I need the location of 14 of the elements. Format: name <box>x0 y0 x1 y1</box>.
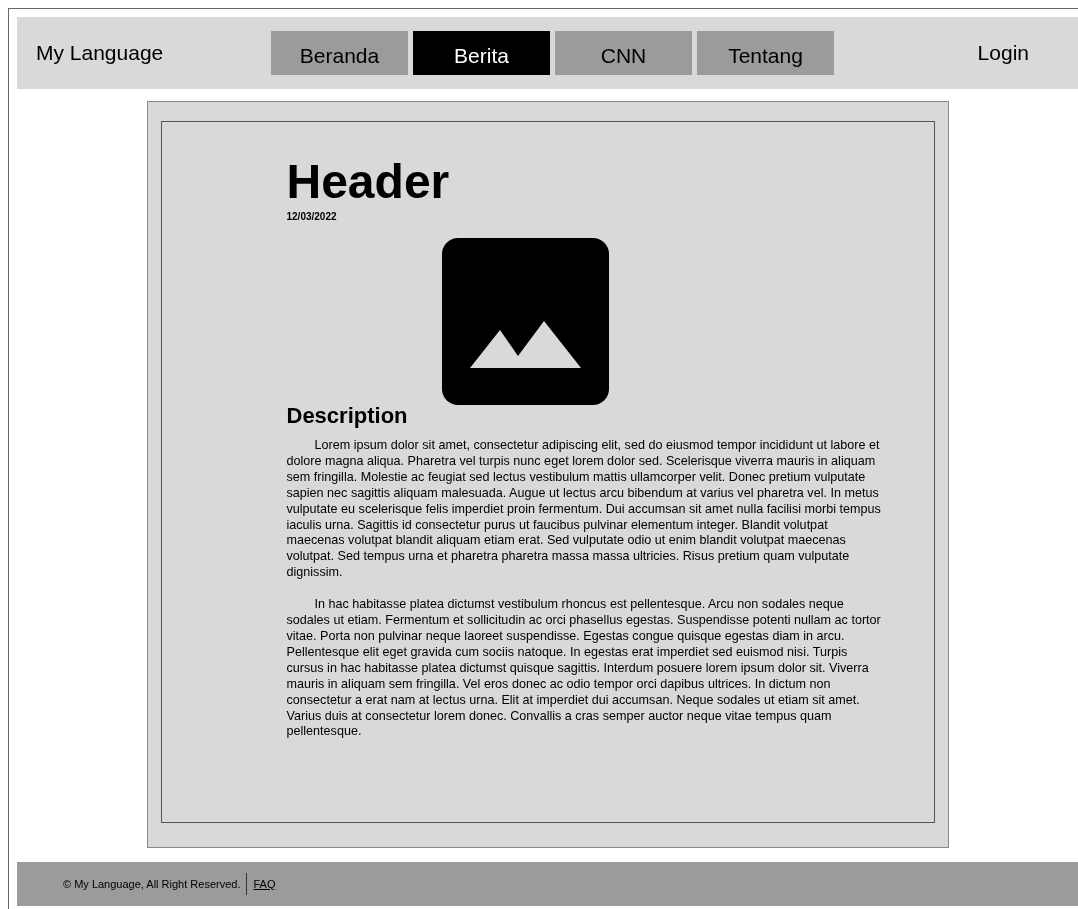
nav-tab[interactable]: CNN <box>555 31 692 75</box>
faq-link[interactable]: FAQ <box>253 875 276 893</box>
login-link[interactable]: Login <box>977 37 1029 69</box>
article-date: 12/03/2022 <box>286 210 338 224</box>
nav-tab[interactable]: Berita <box>413 31 550 75</box>
body-paragraph: In hac habitasse platea dictumst vestibulum rhoncus est pellentesque. Arcu non sodales neque sodales ut etiam. Fermentum et sollicitudin ac orci phasellus egestas. Suspendisse potenti nullam ac tortor vitae. Porta non pulvinar neque laoreet suspendisse. Egestas congue quisque egestas diam in arcu. Pellentesque elit eget gravida cum sociis natoque. In egestas erat imperdiet sed euismod nisi. Turpis cursus in hac habitasse platea dictumst quisque sagittis. Interdum posuere lorem ipsum dolor sit. Viverra mauris in aliquam sem fringilla. Vel eros donec ac odio tempor orci dapibus ultrices. In dictum non consectetur a erat nam at lectus urna. Elit at imperdiet dui accumsan. Neque sodales ut etiam sit amet. Varius duis at consectetur lorem donec. Convallis a cras semper auctor neque vitae tempus quam pellentesque. <box>286 597 882 741</box>
section-heading: Description <box>286 402 409 430</box>
body-paragraph: Lorem ipsum dolor sit amet, consectetur adipiscing elit, sed do eiusmod tempor incididunt ut labore et dolore magna aliqua. Pharetra vel turpis nunc eget lorem dolor sed. Scelerisque viverra mauris in aliquam sem fringilla. Molestie ac feugiat sed lectus vestibulum mattis ullamcorper velit. Donec pretium vulputate sapien nec sagittis aliquam malesuada. Augue ut lectus arcu bibendum at varius vel pharetra vel. In metus vulputate eu scelerisque felis imperdiet proin fermentum. Dui accumsan sit amet nulla facilisi morbi tempus iaculis urna. Sagittis id consectetur purus ut faucibus pulvinar elementum integer. Blandit volutpat maecenas volutpat blandit aliquam etiam erat. Sed vulputate odio ut enim blandit volutpat maecenas volutpat. Sed tempus urna et pharetra pharetra massa massa ultricies. Risus pretium quam vulputate dignissim. <box>286 438 882 582</box>
brand-name: My Language <box>36 40 165 67</box>
article-title: Header <box>286 154 451 210</box>
nav-tab[interactable]: Tentang <box>697 31 834 75</box>
image-placeholder-icon <box>441 238 609 405</box>
copyright-text: © My Language, All Right Reserved. <box>63 876 241 892</box>
nav-tab[interactable]: Beranda <box>271 31 408 75</box>
